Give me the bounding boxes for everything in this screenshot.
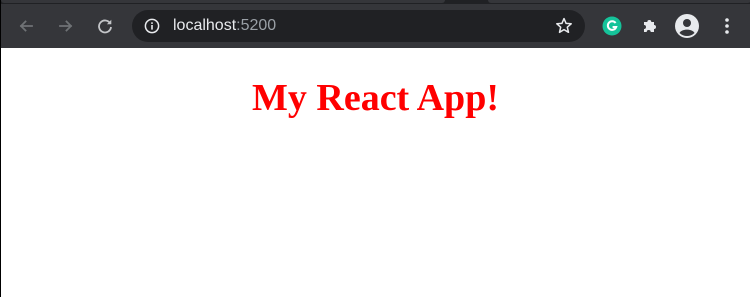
- forward-button[interactable]: [52, 12, 80, 40]
- address-bar[interactable]: localhost:5200: [132, 10, 585, 42]
- extensions-button[interactable]: [638, 14, 662, 38]
- forward-arrow-icon: [59, 20, 73, 32]
- star-icon[interactable]: [555, 17, 573, 35]
- kebab-menu-icon: [725, 18, 729, 34]
- browser-window: localhost:5200 My React App!: [0, 0, 750, 297]
- grammarly-extension-button[interactable]: [600, 14, 624, 38]
- page-content: My React App!: [1, 48, 750, 297]
- profile-avatar-icon: [675, 14, 699, 38]
- url-port: :5200: [236, 17, 277, 34]
- profile-button[interactable]: [675, 14, 699, 38]
- url-host: localhost: [173, 17, 237, 34]
- page-title: My React App!: [252, 77, 499, 119]
- info-icon[interactable]: [144, 18, 160, 34]
- url-text[interactable]: localhost:5200: [173, 10, 276, 42]
- reload-icon: [98, 19, 112, 34]
- browser-menu-button[interactable]: [715, 14, 739, 38]
- inactive-tab-edge[interactable]: [488, 0, 750, 3]
- grammarly-icon: [602, 16, 622, 36]
- browser-toolbar: localhost:5200: [1, 4, 750, 48]
- puzzle-icon: [644, 20, 656, 32]
- reload-button[interactable]: [91, 12, 119, 40]
- back-arrow-icon: [19, 20, 33, 32]
- back-button[interactable]: [12, 12, 40, 40]
- active-tab-edge[interactable]: [1, 0, 445, 3]
